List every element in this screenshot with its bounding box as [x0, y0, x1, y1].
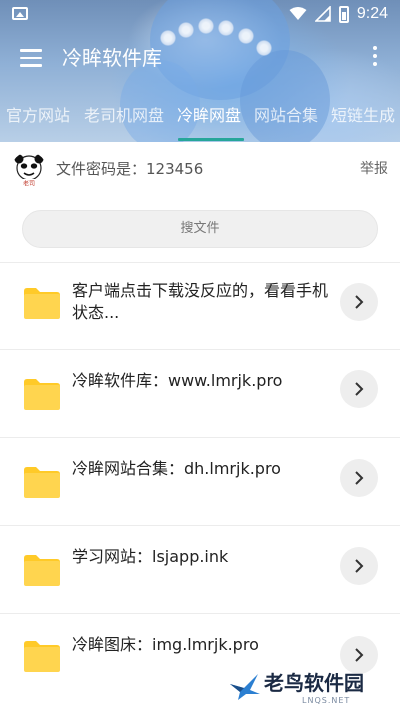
app-title: 冷眸软件库: [62, 46, 162, 70]
tab-veteran-drive[interactable]: 老司机网盘: [84, 104, 164, 128]
more-options-icon[interactable]: [372, 46, 378, 70]
report-link[interactable]: 举报: [360, 159, 388, 179]
tab-site-collection[interactable]: 网站合集: [254, 104, 318, 128]
active-tab-indicator: [178, 138, 244, 141]
battery-icon: [338, 5, 349, 23]
chevron-right-icon: [355, 471, 364, 485]
tab-lengmou-drive[interactable]: 冷眸网盘: [177, 104, 241, 128]
list-item[interactable]: 学习网站：lsjapp.ink: [0, 525, 400, 613]
folder-icon: [24, 288, 60, 319]
list-item[interactable]: 冷眸网站合集：dh.lmrjk.pro: [0, 437, 400, 525]
tab-bar: 官方网站 老司机网盘 冷眸网盘 网站合集 短链生成: [0, 96, 400, 140]
app-bar: 冷眸软件库: [0, 28, 400, 88]
svg-text:老司: 老司: [23, 180, 35, 188]
chevron-right-icon: [355, 382, 364, 396]
file-name: 冷眸软件库：www.lmrjk.pro: [72, 371, 283, 390]
file-name: 冷眸网站合集：dh.lmrjk.pro: [72, 459, 281, 478]
site-watermark: 老鸟软件园 LNQS.NET: [228, 668, 400, 708]
folder-icon: [24, 467, 60, 498]
image-notification-icon: [12, 7, 28, 20]
open-file-button[interactable]: [340, 459, 378, 497]
status-icons: 9:24: [289, 5, 388, 23]
status-time: 9:24: [356, 5, 388, 22]
folder-icon: [24, 379, 60, 410]
file-name: 客户端点击下载没反应的，看看手机状态...: [72, 281, 329, 322]
tab-official-site[interactable]: 官方网站: [6, 104, 70, 128]
menu-icon[interactable]: [20, 49, 42, 67]
file-password-text: 文件密码是：123456: [56, 160, 204, 178]
bird-logo-icon: [230, 674, 260, 700]
chevron-right-icon: [355, 295, 364, 309]
open-file-button[interactable]: [340, 370, 378, 408]
open-file-button[interactable]: [340, 283, 378, 321]
chevron-right-icon: [355, 559, 364, 573]
watermark-text: 老鸟软件园: [264, 671, 364, 695]
open-file-button[interactable]: [340, 547, 378, 585]
password-row: 老司 文件密码是：123456 举报: [0, 142, 400, 196]
wifi-icon: [289, 7, 307, 20]
file-name: 学习网站：lsjapp.ink: [72, 547, 229, 566]
tab-short-link[interactable]: 短链生成: [331, 104, 395, 128]
signal-icon: [314, 6, 331, 22]
status-bar: 9:24: [0, 0, 400, 28]
list-item[interactable]: 客户端点击下载没反应的，看看手机状态...: [0, 262, 400, 350]
chevron-right-icon: [355, 648, 364, 662]
file-name: 冷眸图床：img.lmrjk.pro: [72, 635, 259, 654]
list-item[interactable]: 冷眸软件库：www.lmrjk.pro: [0, 349, 400, 437]
search-files-button[interactable]: 搜文件: [22, 210, 378, 248]
app-header: 9:24 冷眸软件库 官方网站 老司机网盘 冷眸网盘 网站合集 短链生成: [0, 0, 400, 142]
folder-icon: [24, 641, 60, 672]
avatar: 老司: [11, 152, 47, 188]
watermark-subtext: LNQS.NET: [302, 696, 351, 705]
folder-icon: [24, 555, 60, 586]
panda-meme-icon: 老司: [14, 154, 44, 188]
